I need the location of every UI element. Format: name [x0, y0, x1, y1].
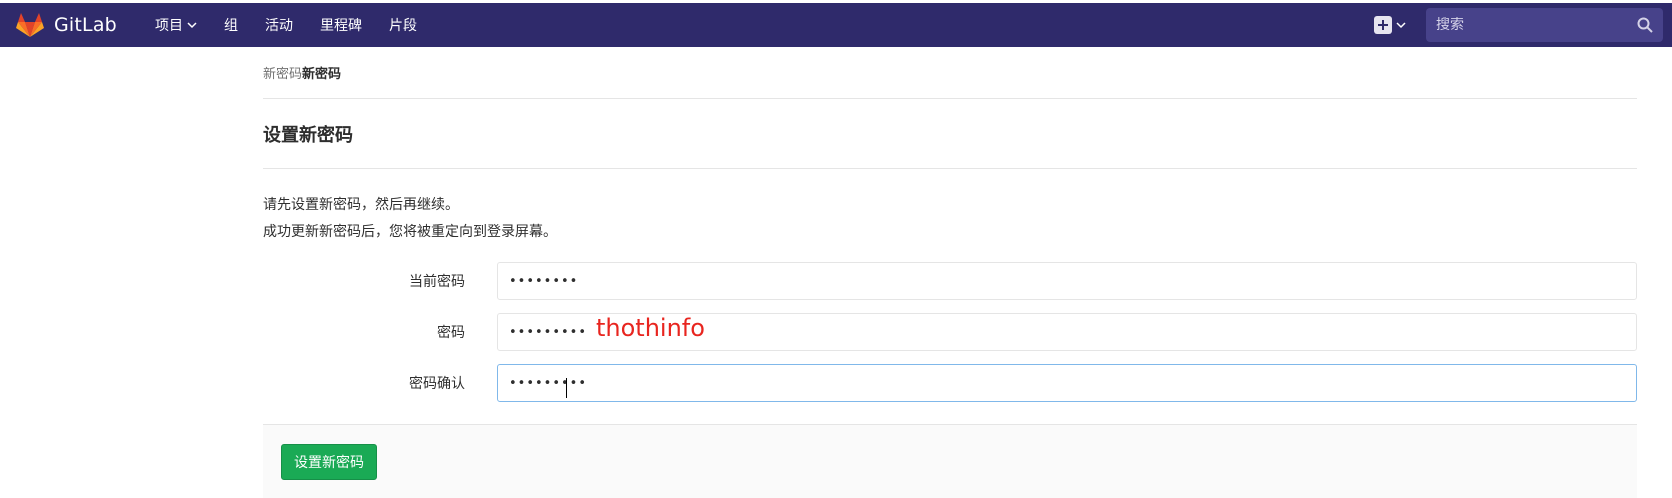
password-confirmation-input[interactable] — [497, 364, 1637, 402]
nav-right — [1374, 3, 1672, 47]
current-password-input[interactable] — [497, 262, 1637, 300]
form-row-current-password: 当前密码 — [263, 262, 1637, 300]
set-new-password-button[interactable]: 设置新密码 — [281, 444, 377, 480]
main-content: 新密码 新密码 设置新密码 请先设置新密码，然后再继续。 成功更新新密码后，您将… — [263, 47, 1637, 402]
nav-groups-label: 组 — [223, 18, 238, 34]
gitlab-logo-icon — [16, 13, 44, 37]
description-line-1: 请先设置新密码，然后再继续。 — [263, 197, 459, 213]
chevron-down-icon — [1396, 22, 1406, 29]
search-box — [1426, 8, 1663, 42]
nav-milestones-label: 里程碑 — [319, 18, 362, 34]
text-caret — [566, 378, 567, 398]
brand-link[interactable]: GitLab — [16, 3, 117, 47]
form-row-password: 密码 — [263, 313, 1637, 351]
chevron-down-icon — [187, 22, 197, 29]
description-line-2: 成功更新新密码后，您将被重定向到登录屏幕。 — [263, 224, 557, 240]
main-nav: 项目 组 活动 里程碑 片段 — [155, 3, 444, 47]
nav-activity[interactable]: 活动 — [265, 15, 293, 35]
page-title: 设置新密码 — [263, 99, 1637, 169]
breadcrumb: 新密码 新密码 — [263, 47, 1637, 99]
nav-projects[interactable]: 项目 — [155, 15, 197, 35]
breadcrumb-current: 新密码 — [302, 67, 342, 82]
password-confirmation-label: 密码确认 — [409, 376, 465, 392]
top-navbar: GitLab 项目 组 活动 里程碑 片段 — [0, 3, 1672, 47]
watermark-text: thothinfo — [596, 314, 705, 342]
nav-milestones[interactable]: 里程碑 — [320, 15, 362, 35]
plus-square-icon — [1374, 16, 1392, 34]
breadcrumb-link[interactable]: 新密码 — [263, 63, 302, 82]
search-input[interactable] — [1426, 17, 1626, 33]
search-icon[interactable] — [1637, 17, 1653, 33]
nav-snippets-label: 片段 — [388, 18, 417, 34]
nav-projects-label: 项目 — [154, 18, 183, 34]
nav-activity-label: 活动 — [264, 18, 293, 34]
new-dropdown-button[interactable] — [1374, 16, 1406, 34]
form-row-password-confirmation: 密码确认 — [263, 364, 1637, 402]
nav-snippets[interactable]: 片段 — [389, 15, 417, 35]
password-label: 密码 — [437, 325, 465, 341]
brand-name: GitLab — [54, 14, 117, 36]
nav-groups[interactable]: 组 — [224, 15, 238, 35]
form-actions: 设置新密码 — [263, 424, 1637, 498]
page-description: 请先设置新密码，然后再继续。 成功更新新密码后，您将被重定向到登录屏幕。 — [263, 192, 1637, 246]
current-password-label: 当前密码 — [409, 274, 465, 290]
